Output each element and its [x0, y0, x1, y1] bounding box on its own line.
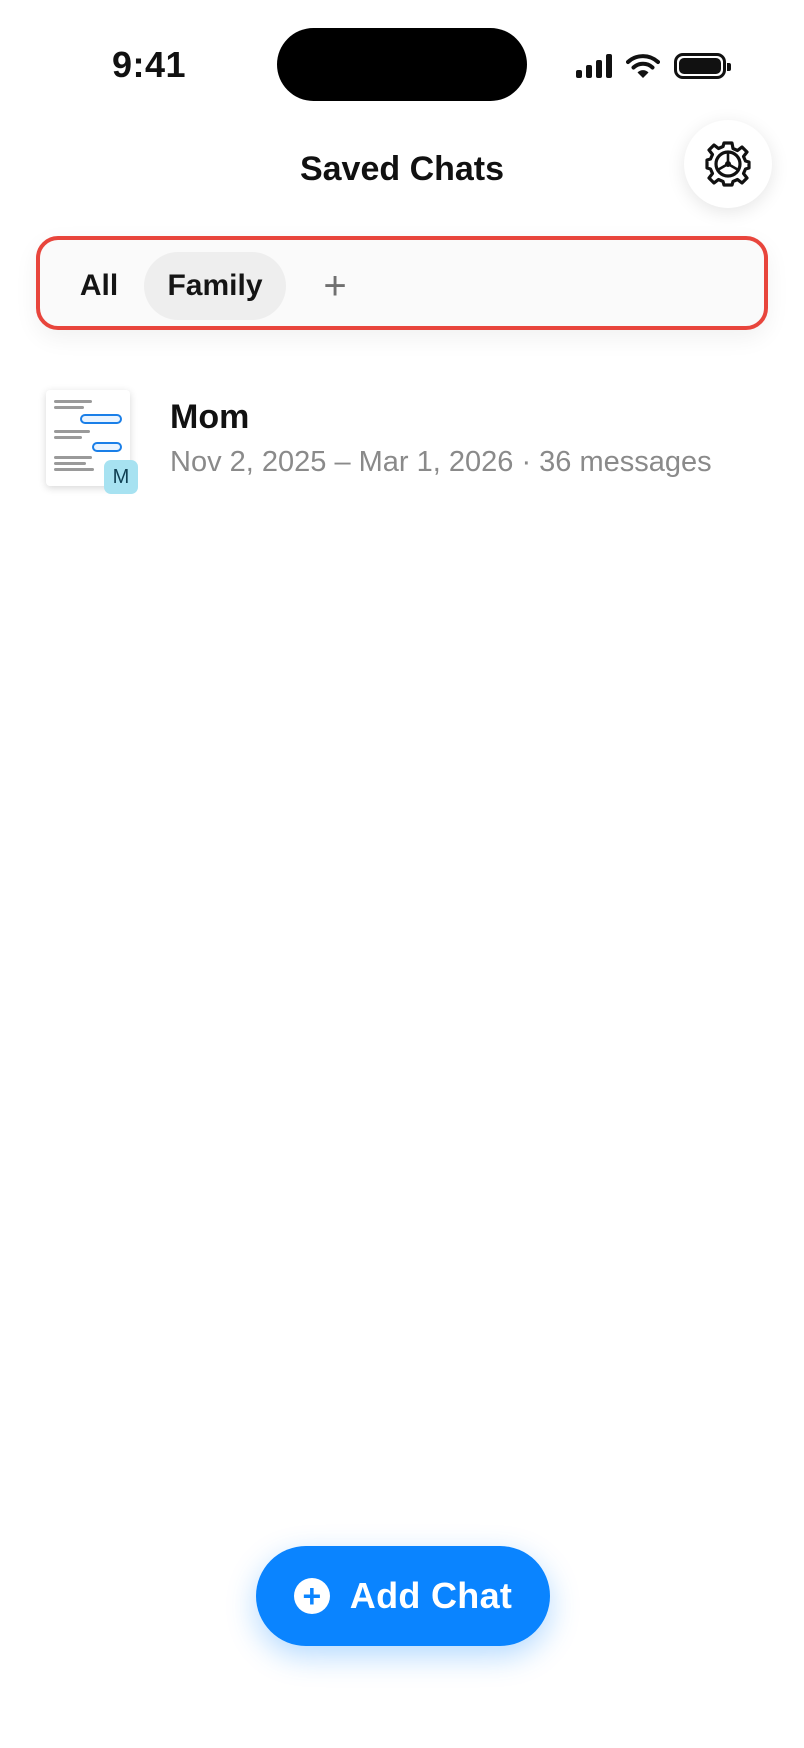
- header: Saved Chats: [0, 120, 804, 220]
- status-bar: 9:41: [0, 0, 804, 120]
- status-icons: [576, 46, 731, 86]
- plus-circle-icon: +: [293, 1578, 330, 1614]
- add-filter-button[interactable]: +: [308, 252, 362, 320]
- list-item[interactable]: M Mom Nov 2, 2025 – Mar 1, 2026 · 36 mes…: [0, 380, 804, 500]
- battery-icon: [674, 53, 731, 79]
- tab-family[interactable]: Family: [144, 252, 286, 320]
- avatar: M: [104, 460, 138, 494]
- tab-all[interactable]: All: [62, 252, 136, 320]
- add-chat-label: Add Chat: [349, 1575, 513, 1616]
- chat-meta: Nov 2, 2025 – Mar 1, 2026 · 36 messages: [170, 446, 712, 478]
- wifi-icon: [626, 54, 660, 78]
- status-time: 9:41: [112, 44, 187, 85]
- cellular-signal-icon: [576, 54, 612, 78]
- dynamic-island: [277, 28, 527, 101]
- chat-title: Mom: [170, 398, 250, 436]
- settings-button[interactable]: [684, 120, 772, 208]
- add-chat-button[interactable]: + Add Chat: [256, 1546, 550, 1646]
- filter-tab-bar: All Family +: [36, 236, 768, 330]
- gear-icon: [705, 141, 751, 187]
